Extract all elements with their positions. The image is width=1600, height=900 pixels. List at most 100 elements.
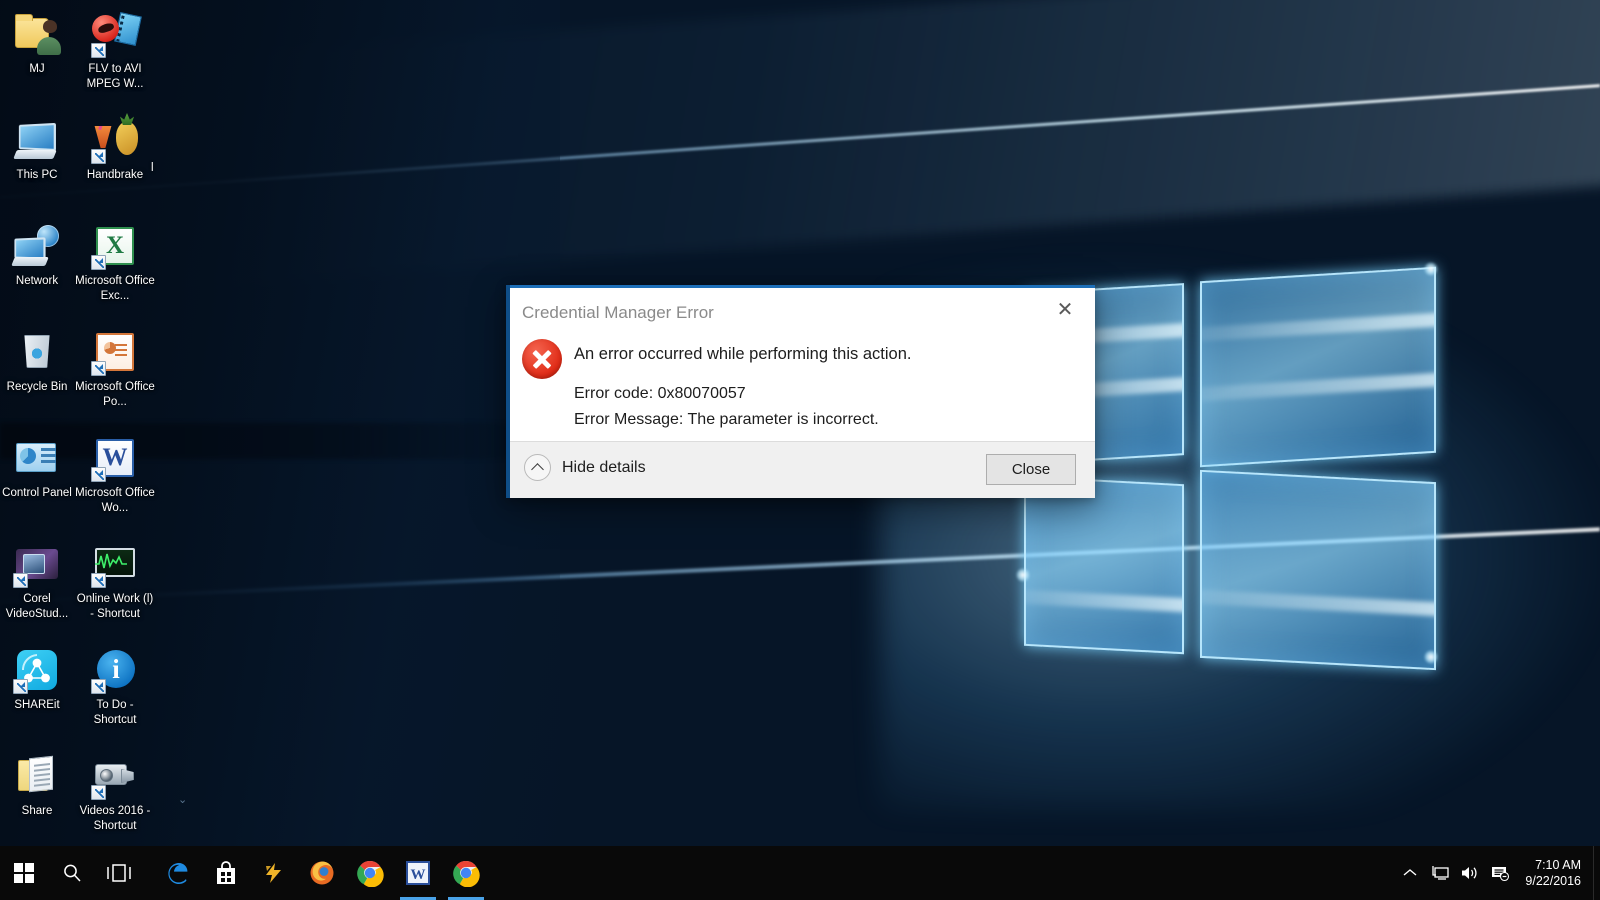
error-message-primary: An error occurred while performing this … — [574, 345, 912, 363]
shortcut-arrow-icon — [91, 149, 106, 164]
desktop-icon-flv-to-avi[interactable]: FLV to AVI MPEG W... — [74, 4, 156, 110]
clock-date: 9/22/2016 — [1525, 874, 1581, 888]
shortcut-arrow-icon — [13, 679, 28, 694]
chrome-icon — [357, 860, 384, 887]
network-button[interactable] — [1425, 846, 1455, 900]
taskbar-app-word[interactable]: W — [394, 846, 442, 900]
to-do-icon — [91, 646, 139, 694]
shortcut-arrow-icon — [91, 255, 106, 270]
logo-spark-left — [1016, 568, 1030, 582]
desktop-icon-to-do[interactable]: To Do - Shortcut — [74, 640, 156, 746]
task-view-button[interactable] — [95, 846, 142, 900]
dialog-accent-bar — [506, 285, 1095, 288]
close-button[interactable]: Close — [986, 454, 1076, 485]
start-button[interactable] — [0, 846, 48, 900]
credential-manager-error-dialog[interactable]: Credential Manager Error ✕ An error occu… — [506, 285, 1095, 498]
desktop-icon-word[interactable]: W Microsoft Office Wo... — [74, 428, 156, 534]
desktop-icon-grid: MJ FLV to AVI MPEG W... This PC Handbrak… — [0, 4, 170, 834]
show-hidden-icons-button[interactable] — [1395, 846, 1425, 900]
task-view-icon — [106, 864, 131, 882]
desktop-icon-label: MJ — [29, 63, 45, 75]
chrome-icon — [453, 860, 480, 887]
windows-logo-icon — [13, 862, 35, 884]
word-icon: W — [91, 434, 139, 482]
desktop-icon-label: To Do - Shortcut — [93, 699, 137, 726]
desktop-icon-label: FLV to AVI MPEG W... — [86, 63, 144, 90]
hide-details-button[interactable]: Hide details — [524, 454, 646, 481]
logo-spark-topright — [1424, 262, 1438, 276]
desktop-icon-label: Share — [21, 805, 53, 817]
shortcut-arrow-icon — [91, 573, 106, 588]
volume-button[interactable] — [1455, 846, 1485, 900]
desktop-icon-recycle-bin[interactable]: Recycle Bin — [0, 322, 74, 428]
desktop-icon-corel-videostudio[interactable]: Corel VideoStud... — [0, 534, 74, 640]
this-pc-icon — [13, 116, 61, 164]
taskbar-app-chrome-2[interactable] — [442, 846, 490, 900]
chevron-up-icon — [1403, 869, 1417, 876]
clock-time: 7:10 AM — [1535, 858, 1581, 872]
shortcut-arrow-icon — [91, 361, 106, 376]
shortcut-arrow-icon — [91, 785, 106, 800]
hide-details-label: Hide details — [562, 458, 646, 476]
powerpoint-icon — [91, 328, 139, 376]
firefox-icon — [310, 861, 334, 885]
handbrake-icon — [91, 116, 139, 164]
shortcut-arrow-icon — [91, 467, 106, 482]
logo-spark-bottomright — [1424, 650, 1438, 664]
taskbar[interactable]: W 7:10 AM 9/22/2016 — [0, 846, 1600, 900]
taskbar-app-edge[interactable] — [154, 846, 202, 900]
winamp-icon — [266, 863, 281, 883]
desktop-icon-handbrake[interactable]: Handbrake — [74, 110, 156, 216]
online-work-icon — [91, 540, 139, 588]
show-desktop-button[interactable] — [1593, 846, 1600, 900]
desktop-icon-network[interactable]: Network — [0, 216, 74, 322]
desktop-icon-label: Control Panel — [2, 487, 72, 499]
corel-videostudio-icon — [13, 540, 61, 588]
volume-icon — [1462, 867, 1477, 879]
action-center-button[interactable] — [1485, 846, 1515, 900]
clock[interactable]: 7:10 AM 9/22/2016 — [1515, 857, 1593, 889]
desktop-icon-mj[interactable]: MJ — [0, 4, 74, 110]
shortcut-arrow-icon — [91, 43, 106, 58]
taskbar-app-store[interactable] — [202, 846, 250, 900]
word-icon: W — [406, 861, 430, 885]
clipped-label-fragment: l — [151, 162, 154, 174]
desktop-icon-share[interactable]: Share — [0, 746, 74, 852]
share-folder-icon — [13, 752, 61, 800]
desktop-icon-label: Network — [15, 275, 59, 287]
close-icon[interactable]: ✕ — [1045, 295, 1085, 325]
taskbar-app-firefox[interactable] — [298, 846, 346, 900]
logo-pane-top-right — [1200, 266, 1436, 468]
desktop-icon-excel[interactable]: X Microsoft Office Exc... — [74, 216, 156, 322]
control-panel-icon — [13, 434, 61, 482]
desktop-icon-control-panel[interactable]: Control Panel — [0, 428, 74, 534]
dialog-title: Credential Manager Error — [522, 303, 714, 322]
desktop-icon-label: Microsoft Office Wo... — [75, 487, 155, 514]
logo-pane-bottom-right — [1200, 469, 1436, 671]
edge-icon — [168, 863, 188, 884]
desktop-icon-shareit[interactable]: SHAREit — [0, 640, 74, 746]
desktop-icon-powerpoint[interactable]: Microsoft Office Po... — [74, 322, 156, 428]
desktop-icon-label: This PC — [16, 169, 58, 181]
network-icon — [11, 222, 61, 270]
desktop-icon-label: Corel VideoStud... — [5, 593, 69, 620]
desktop-icon-this-pc[interactable]: This PC — [0, 110, 74, 216]
taskbar-app-chrome-1[interactable] — [346, 846, 394, 900]
waveform-icon — [95, 553, 127, 569]
desktop-icon-label: Microsoft Office Po... — [75, 381, 155, 408]
store-icon — [217, 861, 235, 884]
desktop-icon-videos-2016[interactable]: Videos 2016 - Shortcut — [74, 746, 156, 852]
desktop-icon-online-work[interactable]: Online Work (l) - Shortcut — [74, 534, 156, 640]
search-button[interactable] — [48, 846, 95, 900]
chevron-down-icon[interactable]: ⌄ — [178, 795, 187, 806]
error-detail-text: Error Message: The parameter is incorrec… — [574, 411, 879, 428]
desktop-icon-label: Recycle Bin — [6, 381, 68, 393]
search-icon — [63, 864, 81, 882]
network-icon — [1432, 866, 1450, 880]
taskbar-app-winamp[interactable] — [250, 846, 298, 900]
desktop-icon-label: Online Work (l) - Shortcut — [76, 593, 154, 620]
shortcut-arrow-icon — [91, 679, 106, 694]
dialog-body: An error occurred while performing this … — [506, 335, 1095, 430]
recycle-bin-icon — [13, 328, 61, 376]
desktop-icon-label: SHAREit — [14, 699, 60, 711]
